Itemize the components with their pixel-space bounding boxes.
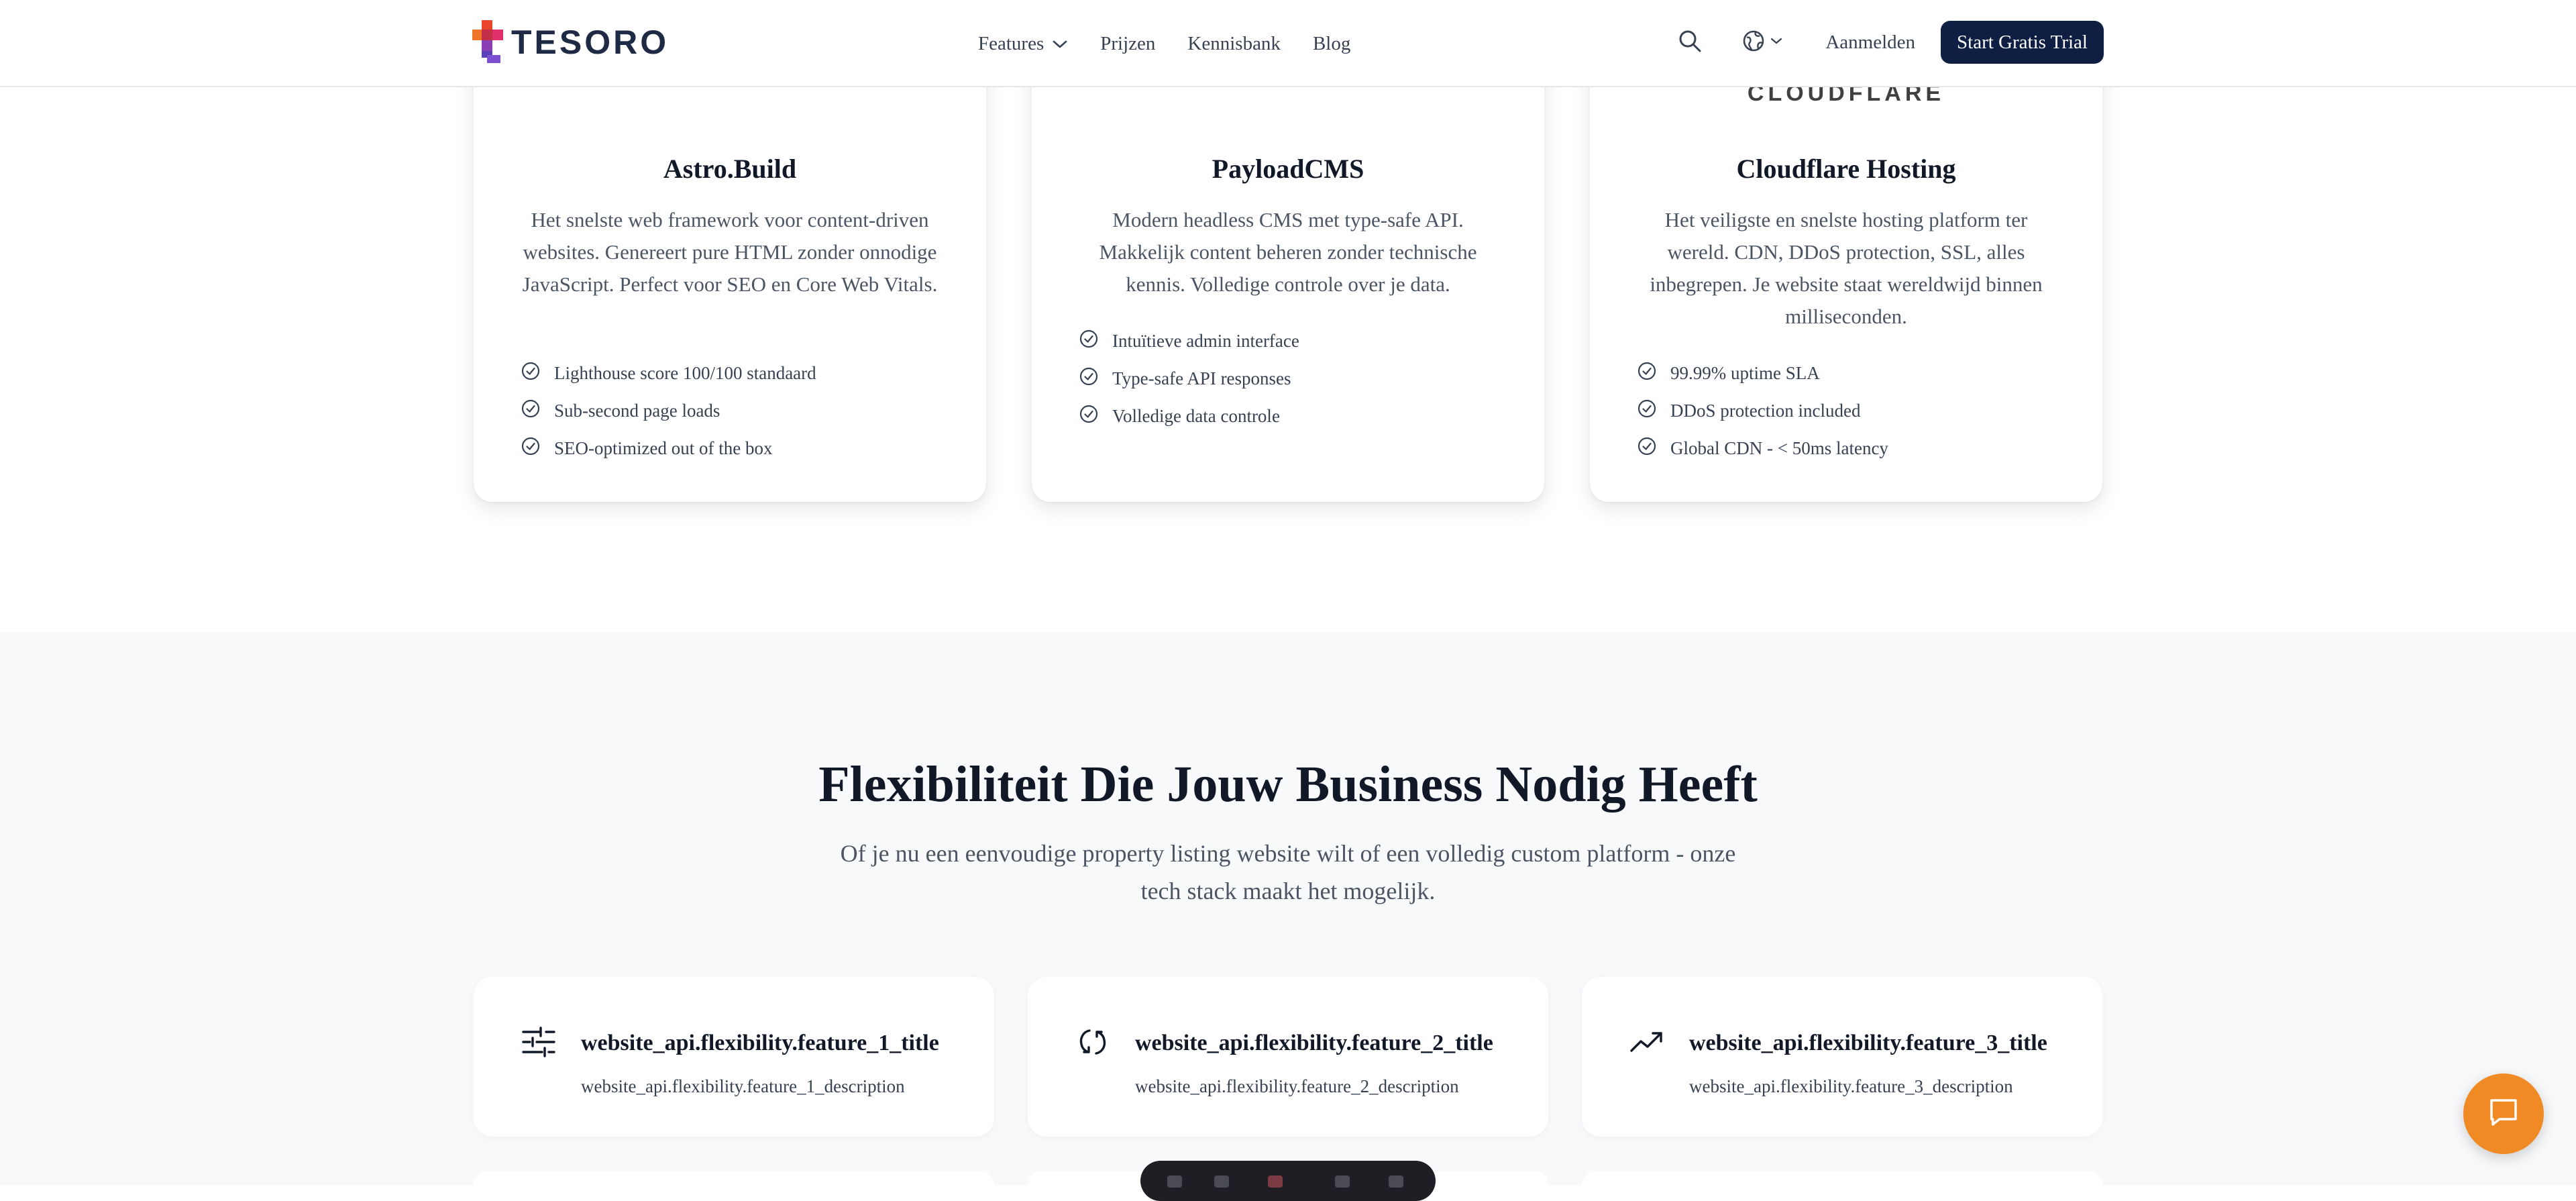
chevron-down-icon — [1770, 36, 1782, 48]
tech-feature-text: Volledige data controle — [1112, 405, 1280, 426]
check-circle-icon — [1079, 366, 1112, 391]
feature-title: website_api.flexibility.feature_3_title — [1689, 1031, 2047, 1055]
refresh-icon — [1075, 1024, 1111, 1063]
tech-feature-item: Global CDN - < 50ms latency — [1637, 429, 2076, 467]
tech-feature-text: Lighthouse score 100/100 standaard — [554, 362, 816, 383]
feature-card: website_api.flexibility.feature_2_title … — [1028, 977, 1548, 1137]
nav-features-label: Features — [978, 32, 1044, 54]
toolbar-app-icon[interactable] — [1167, 1176, 1182, 1188]
main-nav: Features Prijzen Kennisbank Blog — [978, 27, 1383, 60]
tech-card-title: Cloudflare Hosting — [1736, 154, 1956, 184]
tech-feature-text: Global CDN - < 50ms latency — [1670, 437, 1888, 458]
flexibility-section: Flexibiliteit Die Jouw Business Nodig He… — [0, 632, 2576, 1185]
tech-feature-text: 99.99% uptime SLA — [1670, 362, 1820, 383]
tech-feature-item: SEO-optimized out of the box — [521, 429, 959, 467]
chevron-down-icon — [1052, 33, 1068, 55]
tech-feature-text: SEO-optimized out of the box — [554, 437, 773, 458]
section-subtitle: Of je nu een eenvoudige property listing… — [840, 840, 1736, 904]
start-trial-button[interactable]: Start Gratis Trial — [1941, 21, 2104, 64]
search-button[interactable] — [1678, 29, 1702, 56]
chat-button[interactable] — [2463, 1074, 2544, 1154]
check-circle-icon — [521, 436, 554, 461]
nav-prijzen[interactable]: Prijzen — [1100, 33, 1155, 55]
check-circle-icon — [1079, 404, 1112, 429]
feature-description: website_api.flexibility.feature_2_descri… — [1135, 1076, 1459, 1096]
tech-card-title: PayloadCMS — [1212, 154, 1364, 184]
check-circle-icon — [1637, 399, 1670, 423]
check-circle-icon — [1637, 436, 1670, 461]
tech-feature-text: DDoS protection included — [1670, 400, 1861, 421]
nav-features[interactable]: Features — [978, 33, 1068, 55]
toolbar-app-icon[interactable] — [1389, 1176, 1403, 1188]
check-circle-icon — [1079, 329, 1112, 354]
tech-card-title: Astro.Build — [663, 154, 797, 184]
tech-feature-item: Volledige data controle — [1079, 397, 1517, 435]
nav-blog[interactable]: Blog — [1313, 33, 1350, 55]
feature-title: website_api.flexibility.feature_1_title — [581, 1031, 939, 1055]
sliders-icon — [521, 1024, 557, 1063]
check-circle-icon — [521, 399, 554, 423]
feature-card: website_api.flexibility.feature_1_title … — [474, 977, 994, 1137]
brand-name: TESORO — [511, 23, 669, 61]
tech-feature-item: Sub-second page loads — [521, 392, 959, 429]
tech-feature-text: Type-safe API responses — [1112, 368, 1291, 388]
tech-card-description: Het veiligste en snelste hosting platfor… — [1650, 208, 2043, 328]
toolbar-app-icon[interactable] — [1214, 1176, 1229, 1188]
trending-up-icon — [1629, 1024, 1665, 1063]
dev-toolbar[interactable] — [1140, 1161, 1436, 1201]
tech-feature-list: Intuïtieve admin interface Type-safe API… — [1079, 322, 1517, 435]
tech-card-description: Modern headless CMS met type-safe API. M… — [1099, 208, 1477, 296]
feature-title: website_api.flexibility.feature_2_title — [1135, 1031, 1493, 1055]
tech-feature-item: Type-safe API responses — [1079, 360, 1517, 397]
feature-description: website_api.flexibility.feature_3_descri… — [1689, 1076, 2013, 1096]
feature-card-partial — [1582, 1171, 2102, 1198]
section-title: Flexibiliteit Die Jouw Business Nodig He… — [818, 756, 1758, 813]
feature-card-partial — [474, 1171, 994, 1198]
tech-feature-item: Lighthouse score 100/100 standaard — [521, 354, 959, 392]
tech-feature-list: 99.99% uptime SLA DDoS protection includ… — [1637, 354, 2076, 467]
search-icon — [1678, 29, 1702, 56]
tech-card-astro: Astro.Build Het snelste web framework vo… — [474, 40, 986, 502]
toolbar-app-icon[interactable] — [1335, 1176, 1350, 1188]
chat-icon — [2486, 1095, 2521, 1133]
tech-card-cloudflare: CLOUDFLARE Cloudflare Hosting Het veilig… — [1590, 40, 2102, 502]
login-link[interactable]: Aanmelden — [1825, 32, 1915, 54]
tech-card-description: Het snelste web framework voor content-d… — [522, 208, 938, 296]
logo-mark-icon — [472, 20, 503, 64]
tech-feature-text: Intuïtieve admin interface — [1112, 330, 1299, 351]
tech-feature-item: 99.99% uptime SLA — [1637, 354, 2076, 392]
site-header: TESORO Features Prijzen Kennisbank Blog … — [0, 0, 2576, 87]
header-tools: Aanmelden Start Gratis Trial — [1678, 20, 2104, 64]
nav-kennisbank[interactable]: Kennisbank — [1187, 33, 1281, 55]
feature-card: website_api.flexibility.feature_3_title … — [1582, 977, 2102, 1137]
tech-feature-text: Sub-second page loads — [554, 400, 720, 421]
check-circle-icon — [1637, 361, 1670, 386]
feature-description: website_api.flexibility.feature_1_descri… — [581, 1076, 905, 1096]
tech-feature-list: Lighthouse score 100/100 standaard Sub-s… — [521, 354, 959, 467]
tech-feature-item: DDoS protection included — [1637, 392, 2076, 429]
tech-card-payload: PayloadCMS Modern headless CMS met type-… — [1032, 40, 1544, 502]
logo[interactable]: TESORO — [472, 20, 669, 64]
language-selector[interactable] — [1742, 30, 1782, 56]
globe-icon — [1742, 30, 1765, 56]
tech-feature-item: Intuïtieve admin interface — [1079, 322, 1517, 360]
check-circle-icon — [521, 361, 554, 386]
toolbar-app-icon[interactable] — [1268, 1176, 1283, 1188]
